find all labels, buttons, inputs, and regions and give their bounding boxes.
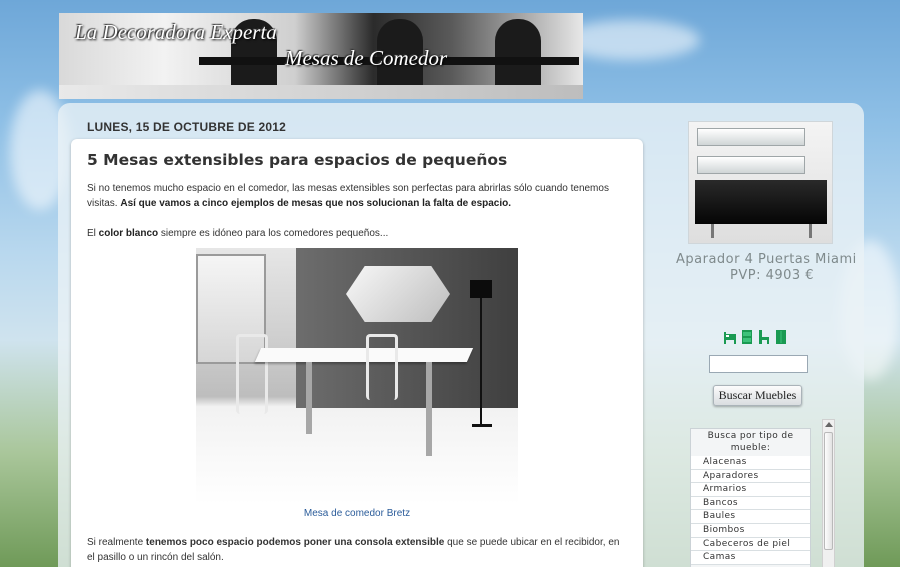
paragraph-bold-text: color blanco bbox=[98, 228, 159, 239]
chair-icon[interactable] bbox=[758, 330, 770, 344]
post-body: Si no tenemos mucho espacio en el comedo… bbox=[87, 181, 627, 241]
type-list-item[interactable]: Armarios bbox=[691, 483, 810, 497]
blog-title[interactable]: La Decoradora Experta bbox=[75, 20, 277, 45]
photo-table-leg bbox=[426, 362, 432, 456]
sideboard-ad-image[interactable] bbox=[688, 121, 833, 244]
blog-post: 5 Mesas extensibles para espacios de peq… bbox=[71, 139, 643, 567]
post-title[interactable]: 5 Mesas extensibles para espacios de peq… bbox=[87, 151, 507, 169]
ad-sideboard bbox=[695, 180, 827, 224]
banner-floor bbox=[59, 85, 583, 99]
type-list-item[interactable]: Aparadores bbox=[691, 469, 810, 484]
wardrobe-icon[interactable] bbox=[775, 330, 787, 344]
type-list-item[interactable]: Cabeceros de piel bbox=[691, 537, 810, 552]
scroll-up-arrow-icon[interactable] bbox=[825, 422, 833, 427]
ad-sideboard-leg bbox=[809, 224, 812, 238]
ad-price: PVP: 4903 € bbox=[730, 268, 815, 283]
scroll-thumb[interactable] bbox=[824, 432, 833, 550]
photo-lamp-base bbox=[472, 424, 492, 427]
paragraph-bold-text: Así que vamos a cinco ejemplos de mesas … bbox=[120, 198, 512, 209]
search-input[interactable] bbox=[709, 355, 808, 373]
type-list-item[interactable]: Biombos bbox=[691, 523, 810, 538]
paragraph-text: El bbox=[87, 228, 99, 239]
photo-mirror bbox=[346, 266, 450, 322]
photo-chair bbox=[366, 334, 398, 400]
furniture-type-list[interactable]: Busca por tipo de mueble: Alacenas Apara… bbox=[690, 428, 811, 567]
header-banner[interactable]: La Decoradora Experta Mesas de Comedor bbox=[59, 13, 583, 99]
paragraph-text: siempre es idóneo para los comedores peq… bbox=[158, 228, 389, 239]
type-list-item[interactable]: Baules bbox=[691, 510, 810, 524]
photo-table-leg bbox=[306, 362, 312, 434]
post-date: LUNES, 15 DE OCTUBRE DE 2012 bbox=[87, 120, 286, 134]
photo-chair bbox=[236, 334, 268, 414]
type-list-header: Busca por tipo de mueble: bbox=[707, 431, 794, 453]
furniture-icon-row bbox=[724, 330, 787, 344]
blog-subtitle: Mesas de Comedor bbox=[285, 46, 448, 70]
paragraph-bold-text: tenemos poco espacio podemos poner una c… bbox=[145, 537, 445, 548]
ad-wall-shelf bbox=[697, 128, 805, 146]
type-list-item[interactable]: Camas bbox=[691, 551, 810, 565]
type-list-item[interactable]: Alacenas bbox=[691, 456, 810, 470]
photo-lamp bbox=[470, 280, 492, 298]
bed-icon[interactable] bbox=[724, 330, 736, 344]
ad-sideboard-leg bbox=[711, 224, 714, 238]
photo-lamp-pole bbox=[480, 298, 482, 424]
cabinet-icon[interactable] bbox=[741, 330, 753, 344]
photo-tabletop bbox=[254, 348, 474, 362]
ad-wall-shelf bbox=[697, 156, 805, 174]
type-list-item[interactable]: Bancos bbox=[691, 496, 810, 511]
post-paragraph: El color blanco siempre es idóneo para l… bbox=[87, 226, 627, 241]
photo-caption-link[interactable]: Mesa de comedor Bretz bbox=[71, 508, 643, 519]
ad-title-link[interactable]: Aparador 4 Puertas Miami bbox=[676, 252, 857, 267]
post-paragraph: Si no tenemos mucho espacio en el comedo… bbox=[87, 181, 627, 211]
paragraph-text: Si realmente bbox=[87, 537, 146, 548]
post-paragraph: Si realmente tenemos poco espacio podemo… bbox=[87, 535, 627, 565]
table-photo[interactable] bbox=[196, 248, 518, 504]
type-list-scrollbar[interactable] bbox=[822, 419, 835, 567]
search-button[interactable]: Buscar Muebles bbox=[713, 385, 802, 406]
